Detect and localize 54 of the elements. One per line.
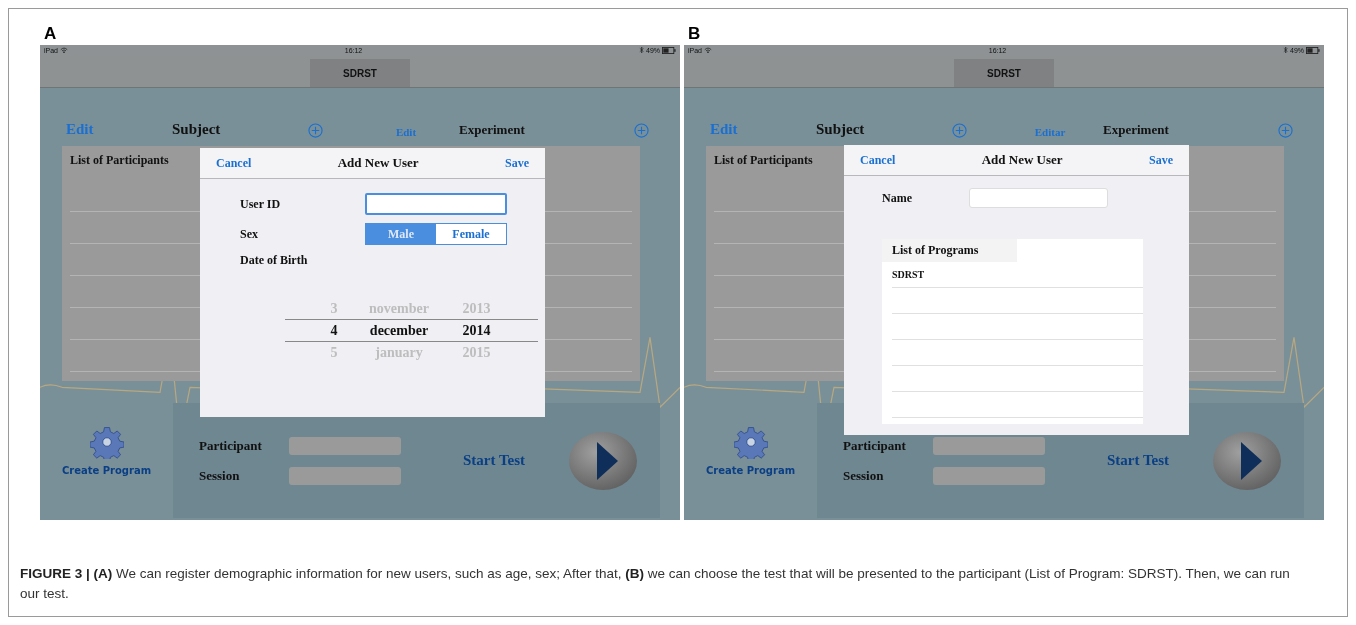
start-test-link[interactable]: Start Test — [1107, 452, 1212, 469]
wifi-icon — [704, 46, 712, 54]
create-program-link[interactable]: Create Program — [61, 465, 152, 476]
play-button-icon[interactable] — [568, 430, 638, 491]
add-icon[interactable] — [1278, 123, 1293, 138]
name-label: Name — [882, 190, 913, 206]
nav-title[interactable]: SDRST — [310, 59, 410, 87]
section-title: Subject — [172, 121, 222, 138]
participant-label: Participant — [843, 437, 907, 454]
program-list-item[interactable]: SDRST — [892, 262, 1143, 288]
participant-field[interactable] — [289, 436, 401, 455]
session-field[interactable] — [933, 466, 1045, 485]
participant-field[interactable] — [933, 436, 1045, 455]
sex-label: Sex — [240, 226, 259, 242]
cancel-button[interactable]: Cancel — [216, 155, 252, 171]
wifi-icon — [60, 46, 68, 54]
gear-icon[interactable] — [733, 425, 768, 459]
play-button-icon[interactable] — [1212, 430, 1282, 491]
gear-icon[interactable] — [89, 425, 124, 459]
add-icon[interactable] — [634, 123, 649, 138]
sex-option[interactable]: Male — [366, 224, 436, 244]
figure-caption: FIGURE 3 | (A) We can register demographic information for new users, such as age, sex; After that, (B) we can choose the test that will be presented to the participant (List of Program: SDRST). Then, we can run our test. — [20, 565, 1291, 603]
sex-option[interactable]: Female — [436, 224, 506, 244]
session-label: Session — [199, 467, 241, 484]
session-label: Session — [843, 467, 885, 484]
session-field[interactable] — [289, 466, 401, 485]
section-title: Experiment — [459, 122, 526, 138]
section-title: Subject — [816, 121, 866, 138]
list-title: List of Participants — [69, 152, 170, 169]
date-picker-row[interactable]: 4 december 2014 — [285, 319, 538, 342]
date-of-birth-label: Date of Birth — [240, 253, 309, 268]
nav-title[interactable]: SDRST — [954, 59, 1054, 87]
battery-icon — [1306, 46, 1320, 54]
list-title: List of Programs — [882, 239, 1017, 262]
cancel-button[interactable]: Cancel — [860, 152, 896, 168]
dialog-title: Add New User — [981, 152, 1063, 168]
save-button[interactable]: Save — [1149, 152, 1173, 168]
bluetooth-icon — [639, 46, 644, 54]
start-test-link[interactable]: Start Test — [463, 452, 568, 469]
dialog-title: Add New User — [337, 155, 419, 171]
bluetooth-icon — [1283, 46, 1288, 54]
add-icon[interactable] — [952, 123, 967, 138]
user-id-label: User ID — [240, 196, 282, 212]
list-title: List of Participants — [713, 152, 814, 169]
participant-label: Participant — [199, 437, 263, 454]
battery-icon — [662, 46, 676, 54]
user-id-field[interactable] — [365, 193, 507, 215]
panel-label: A — [43, 23, 58, 45]
panel-label: B — [687, 23, 702, 45]
add-icon[interactable] — [308, 123, 323, 138]
create-program-link[interactable]: Create Program — [705, 465, 796, 476]
section-title: Experiment — [1103, 122, 1170, 138]
save-button[interactable]: Save — [505, 155, 529, 171]
name-field[interactable] — [969, 188, 1108, 208]
